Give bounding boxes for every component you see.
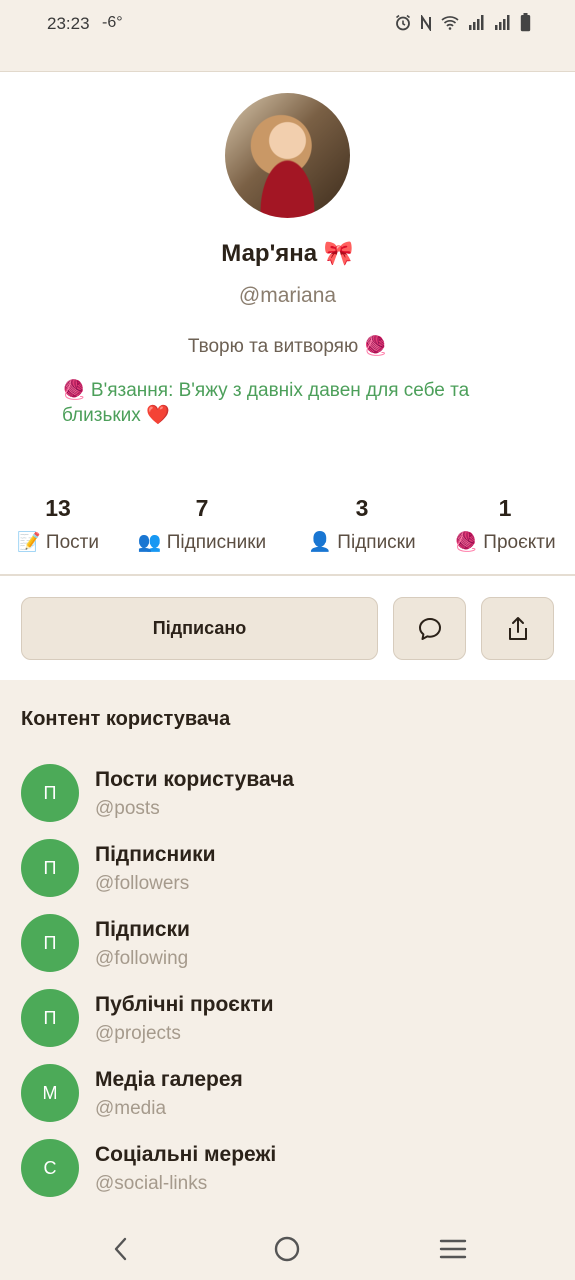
user-content-section: Контент користувача П Пости користувача … (0, 680, 575, 1218)
stat-label: 🧶 Проєкти (454, 532, 556, 553)
chat-bubble-icon (418, 617, 441, 640)
item-handle: @following (95, 948, 189, 969)
stat-followers[interactable]: 7 👥 Підписники (128, 492, 276, 554)
item-title: Пости користувача (95, 768, 294, 791)
section-title: Контент користувача (21, 708, 231, 730)
message-button[interactable] (393, 597, 466, 660)
recents-button[interactable] (433, 1232, 473, 1266)
profile-handle: @mariana (238, 284, 337, 307)
list-item-followers[interactable]: П Підписники @followers (21, 839, 551, 901)
profile-avatar[interactable] (225, 93, 350, 218)
profile-header: Мар'яна 🎀 @mariana Творю та витворяю 🧶 🧶… (0, 72, 575, 576)
wifi-icon (441, 16, 459, 30)
profile-stats: 13 📝 Пости 7 👥 Підписники 3 👤 Підписки 1… (0, 492, 575, 562)
stat-following[interactable]: 3 👤 Підписки (300, 492, 424, 554)
item-handle: @media (95, 1098, 167, 1119)
item-title: Медіа галерея (95, 1068, 243, 1091)
status-bar: 23:23 -6° (0, 0, 575, 72)
stat-projects[interactable]: 1 🧶 Проєкти (448, 492, 562, 554)
item-avatar: П (21, 764, 79, 822)
item-avatar: С (21, 1139, 79, 1197)
following-button[interactable]: Підписано (21, 597, 378, 660)
stat-value: 13 (45, 495, 71, 521)
item-avatar: М (21, 1064, 79, 1122)
stat-label: 👤 Підписки (308, 532, 416, 553)
stat-label: 📝 Пости (17, 532, 99, 553)
list-item-projects[interactable]: П Публічні проєкти @projects (21, 989, 551, 1051)
list-item-posts[interactable]: П Пости користувача @posts (21, 764, 551, 826)
list-item-social-links[interactable]: С Соціальні мережі @social-links (21, 1139, 551, 1201)
nfc-icon (421, 14, 431, 31)
system-nav-bar (0, 1218, 575, 1280)
battery-icon (520, 13, 531, 32)
item-avatar: П (21, 839, 79, 897)
list-item-media[interactable]: М Медіа галерея @media (21, 1064, 551, 1126)
signal-icon (469, 15, 484, 30)
profile-hobby: 🧶 В'язання: В'яжу з давніх давен для себ… (62, 380, 470, 426)
item-title: Підписники (95, 843, 216, 866)
item-handle: @followers (95, 873, 190, 894)
home-circle-icon (274, 1236, 300, 1262)
stat-value: 3 (355, 495, 369, 521)
status-time: 23:23 (47, 14, 90, 33)
item-handle: @social-links (95, 1173, 208, 1194)
list-item-following[interactable]: П Підписки @following (21, 914, 551, 976)
profile-name: Мар'яна 🎀 (221, 240, 354, 267)
item-title: Підписки (95, 918, 190, 941)
share-icon (508, 616, 527, 640)
share-button[interactable] (481, 597, 554, 660)
item-avatar: П (21, 989, 79, 1047)
status-temperature: -6° (102, 14, 123, 31)
home-button[interactable] (267, 1232, 307, 1266)
divider (0, 574, 575, 576)
stat-value: 1 (498, 495, 512, 521)
chevron-left-icon (114, 1237, 127, 1261)
stat-posts[interactable]: 13 📝 Пости (12, 492, 104, 554)
alarm-icon (396, 14, 410, 31)
profile-bio: Творю та витворяю 🧶 (187, 336, 388, 357)
stat-value: 7 (195, 495, 209, 521)
stat-label: 👥 Підписники (137, 532, 267, 553)
signal-icon (495, 15, 510, 30)
item-avatar: П (21, 914, 79, 972)
back-button[interactable] (101, 1232, 141, 1266)
item-handle: @posts (95, 798, 160, 819)
menu-lines-icon (439, 1239, 467, 1259)
item-title: Публічні проєкти (95, 993, 274, 1016)
status-icons (395, 13, 531, 32)
item-title: Соціальні мережі (95, 1143, 277, 1166)
item-handle: @projects (95, 1023, 181, 1044)
